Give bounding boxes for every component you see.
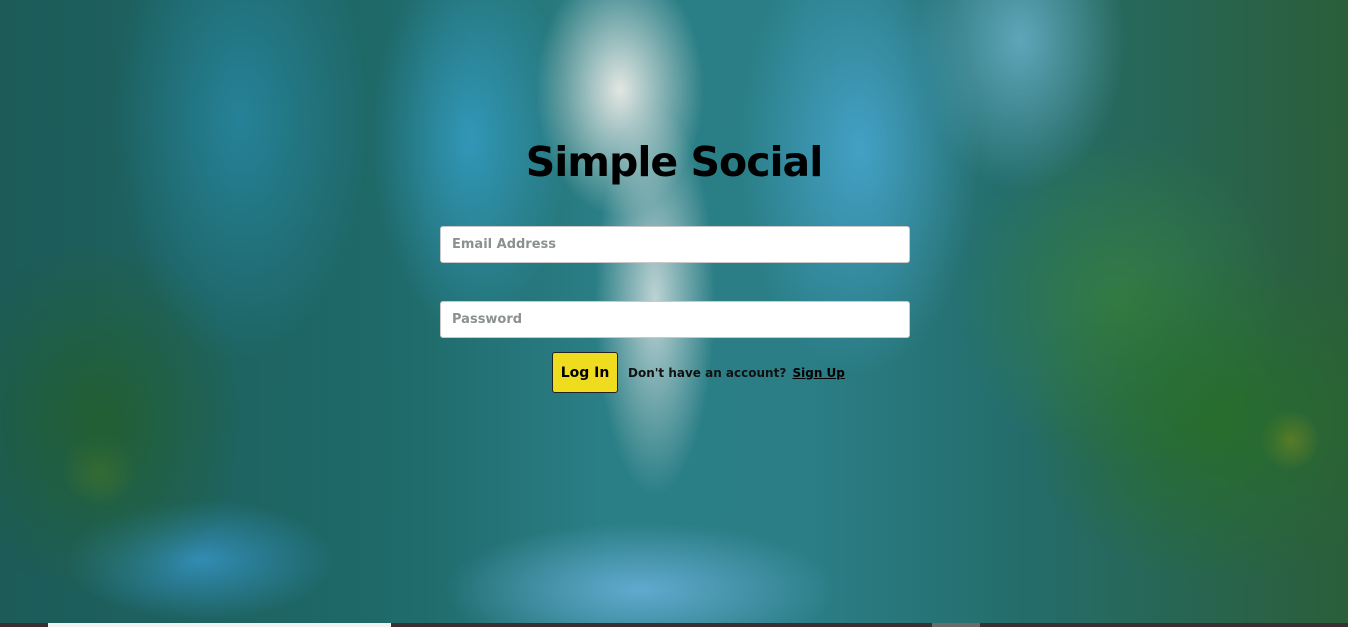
bottom-taskbar-strip bbox=[0, 623, 1348, 627]
login-page: Simple Social Log In Don't have an accou… bbox=[0, 0, 1348, 627]
taskbar-segment bbox=[932, 623, 980, 627]
taskbar-segment bbox=[48, 623, 391, 627]
login-button[interactable]: Log In bbox=[552, 352, 618, 393]
email-field[interactable] bbox=[440, 226, 910, 263]
page-title: Simple Social bbox=[525, 138, 824, 186]
signup-link[interactable]: Sign Up bbox=[792, 366, 844, 380]
login-actions: Log In Don't have an account? Sign Up bbox=[552, 352, 845, 393]
password-field[interactable] bbox=[440, 301, 910, 338]
signup-prompt-container: Don't have an account? Sign Up bbox=[628, 366, 845, 380]
signup-prompt: Don't have an account? bbox=[628, 365, 787, 380]
